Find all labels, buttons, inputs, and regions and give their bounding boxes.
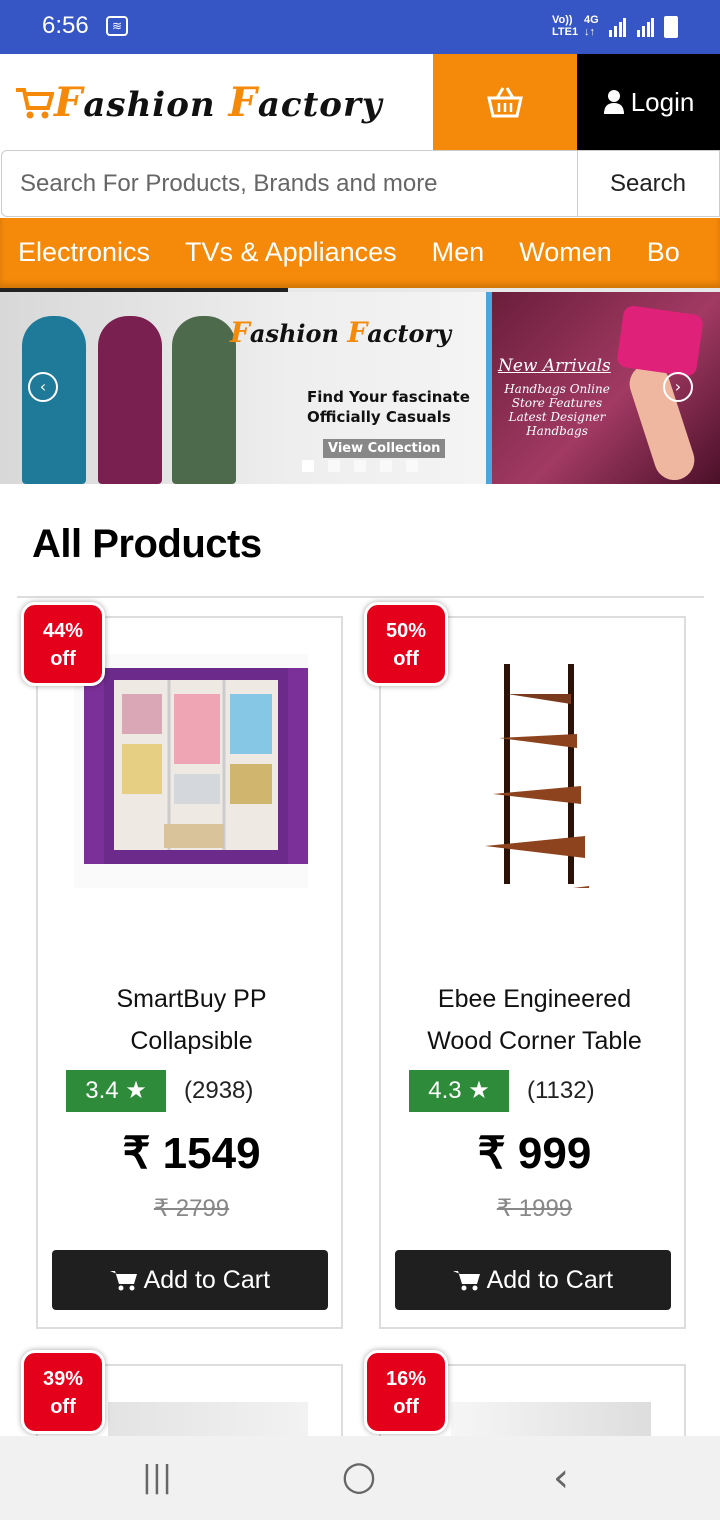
banner-line: Store Features xyxy=(511,396,603,410)
carousel-next-icon[interactable]: › xyxy=(663,372,693,402)
carousel-dot[interactable] xyxy=(380,460,392,472)
logo-cart-icon xyxy=(16,88,54,119)
battery-icon xyxy=(664,16,678,38)
product-mrp: ₹ 2799 xyxy=(153,1195,230,1222)
banner-slide-fashion[interactable]: Fashion Factory Find Your fascinate Offi… xyxy=(0,292,486,484)
user-icon xyxy=(603,90,624,114)
recents-icon[interactable]: ||| xyxy=(130,1458,184,1498)
signal-icon xyxy=(609,18,626,37)
new-arrivals-title: New Arrivals xyxy=(498,356,611,376)
category-electronics[interactable]: Electronics xyxy=(18,218,150,286)
category-tvs-appliances[interactable]: TVs & Appliances xyxy=(185,218,397,286)
search-input[interactable]: Search For Products, Brands and more xyxy=(1,150,578,217)
signal-icon xyxy=(637,18,654,37)
banner-tagline: Find Your fascinate xyxy=(307,388,470,406)
system-nav-bar: ||| ○ ‹ xyxy=(0,1436,720,1520)
product-card[interactable]: 44% off SmartBuy PP Collapsible 3.4 ★ (293… xyxy=(21,602,345,1329)
volte-indicator: Vo)) LTE1 xyxy=(552,14,579,38)
banner-carousel[interactable]: Fashion Factory Find Your fascinate Offi… xyxy=(0,288,720,484)
discount-badge: 39% off xyxy=(21,1350,105,1434)
model-image xyxy=(98,316,162,484)
banner-brand: Fashion Factory xyxy=(230,316,452,349)
star-icon: ★ xyxy=(468,1077,490,1104)
model-image xyxy=(172,316,236,484)
carousel-dot[interactable] xyxy=(406,460,418,472)
review-count: (2938) xyxy=(184,1077,254,1104)
section-title: All Products xyxy=(32,522,262,566)
carousel-progress xyxy=(0,288,288,292)
basket-icon xyxy=(487,87,523,118)
carousel-dot[interactable] xyxy=(354,460,366,472)
brand-logo[interactable]: Fashion Factory xyxy=(14,72,383,132)
discount-badge: 44% off xyxy=(21,602,105,686)
category-more[interactable]: Bo xyxy=(647,218,680,286)
product-card[interactable]: 50% off Ebee Engineered Wood Corner Table … xyxy=(364,602,688,1329)
model-image xyxy=(22,316,86,484)
rating-badge: 3.4 ★ xyxy=(66,1070,166,1112)
handbag-image xyxy=(616,304,704,378)
review-count: (1132) xyxy=(527,1077,595,1104)
section-divider xyxy=(17,596,704,598)
category-nav: Electronics TVs & Appliances Men Women Bo xyxy=(0,218,720,288)
banner-line: Handbags xyxy=(526,424,588,438)
product-image xyxy=(74,654,308,888)
carousel-dot[interactable] xyxy=(302,460,314,472)
carousel-prev-icon[interactable]: ‹ xyxy=(28,372,58,402)
banner-line: Latest Designer xyxy=(508,410,606,424)
cart-icon xyxy=(452,1271,480,1291)
product-mrp: ₹ 1999 xyxy=(496,1195,573,1222)
star-icon: ★ xyxy=(125,1077,147,1104)
category-men[interactable]: Men xyxy=(432,218,485,286)
add-to-cart-button[interactable]: Add to Cart xyxy=(52,1250,328,1310)
category-women[interactable]: Women xyxy=(519,218,612,286)
product-price: ₹ 999 xyxy=(477,1129,592,1178)
carousel-dot[interactable] xyxy=(328,460,340,472)
network-type-indicator: 4G ↓↑ xyxy=(584,14,599,38)
product-name[interactable]: Ebee Engineered Wood Corner Table xyxy=(381,978,688,1062)
home-icon[interactable]: ○ xyxy=(332,1456,386,1498)
wifi-icon: ≋ xyxy=(106,16,128,36)
product-name[interactable]: SmartBuy PP Collapsible xyxy=(38,978,345,1062)
add-to-cart-button[interactable]: Add to Cart xyxy=(395,1250,671,1310)
logo-wordmark: Fashion Factory xyxy=(54,78,383,126)
discount-badge: 16% off xyxy=(364,1350,448,1434)
banner-line: Handbags Online xyxy=(504,382,610,396)
app-header: Fashion Factory Login xyxy=(0,54,720,150)
cart-button[interactable] xyxy=(433,54,577,150)
status-bar: 6:56 ≋ Vo)) LTE1 4G ↓↑ xyxy=(0,0,720,54)
status-time: 6:56 xyxy=(42,12,89,39)
product-price: ₹ 1549 xyxy=(122,1129,261,1178)
search-button[interactable]: Search xyxy=(577,150,720,217)
product-image xyxy=(417,654,651,888)
view-collection-button[interactable]: View Collection xyxy=(323,439,446,458)
banner-tagline: Officially Casuals xyxy=(307,408,451,426)
discount-badge: 50% off xyxy=(364,602,448,686)
login-label: Login xyxy=(630,86,695,117)
cart-icon xyxy=(109,1271,137,1291)
back-icon[interactable]: ‹ xyxy=(534,1458,588,1498)
carousel-indicators xyxy=(302,460,418,472)
login-button[interactable]: Login xyxy=(577,54,720,150)
search-bar: Search For Products, Brands and more Sea… xyxy=(0,150,720,218)
rating-badge: 4.3 ★ xyxy=(409,1070,509,1112)
